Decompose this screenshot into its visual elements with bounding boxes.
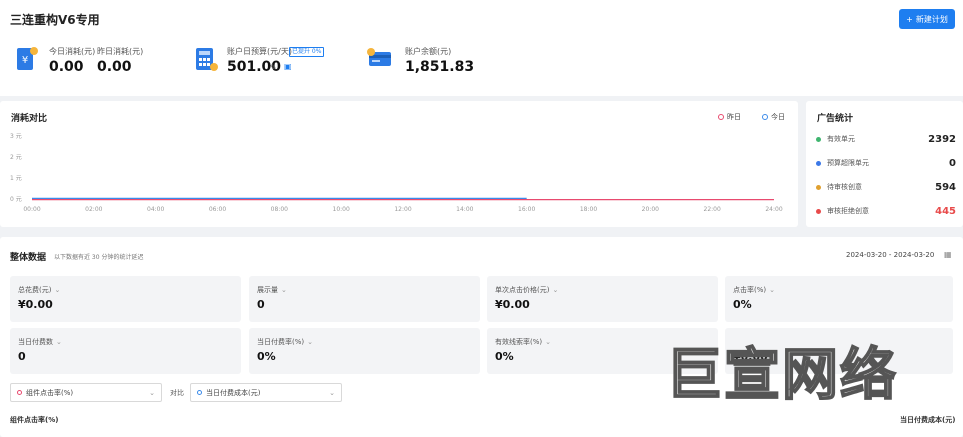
calendar-icon[interactable]: ▦ [944, 250, 952, 259]
chevron-down-icon: ⌄ [281, 286, 287, 294]
left-metric-marker [17, 390, 22, 395]
edit-icon[interactable]: ✎ [270, 63, 277, 72]
compare-right-value: 当日付费成本(元) [206, 388, 261, 397]
x-tick-label: 10:00 [333, 206, 350, 213]
bottom-right-axis-label: 当日付费成本(元) [900, 416, 956, 424]
status-dot [816, 160, 821, 166]
ad-stat-row[interactable]: 待审核创意 594 [816, 179, 956, 195]
compare-left-value: 组件点击率(%) [26, 388, 74, 397]
metric-value: ¥0.00 [18, 298, 53, 311]
new-plan-button[interactable]: + 新建计划 [899, 9, 955, 29]
chevron-down-icon: ⌄ [545, 338, 551, 346]
y-tick-label: 1 元 [10, 175, 22, 182]
status-dot [816, 184, 821, 190]
card-icon [367, 48, 391, 66]
metric-label: 展示量 ⌄ [257, 286, 287, 294]
metric-tile[interactable]: 点击率(%) ⌄ 0% [725, 276, 953, 322]
calendar-icon[interactable]: ▣ [284, 62, 292, 71]
x-tick-label: 16:00 [518, 206, 535, 213]
compare-left-select[interactable]: 组件点击率(%) ⌄ [10, 383, 162, 402]
balance-value: 1,851.83 [405, 59, 475, 75]
bottom-left-axis-label: 组件点击率(%) [10, 416, 59, 424]
right-metric-marker [197, 390, 202, 395]
plus-icon: + [906, 14, 913, 24]
y-tick-label: 0 元 [10, 196, 22, 203]
x-tick-label: 08:00 [271, 206, 288, 213]
metric-label: 总花费(元) ⌄ [18, 286, 61, 294]
budget-increase-tag: 已提升 0% [289, 47, 325, 57]
metric-tile[interactable]: 当日付费数 ⌄ 0 [10, 328, 241, 374]
x-tick-label: 04:00 [147, 206, 164, 213]
x-tick-label: 12:00 [394, 206, 411, 213]
x-tick-label: 00:00 [23, 206, 40, 213]
chevron-down-icon: ⌄ [54, 286, 61, 294]
delay-note: 以下数据有近 30 分钟的统计延迟 [54, 254, 144, 261]
status-dot [816, 208, 821, 214]
balance-label: 账户余额(元) [405, 47, 452, 56]
x-tick-label: 14:00 [456, 206, 473, 213]
consumption-chart-card: 消耗对比 昨日 今日 0 元1 元2 元3 元 00:00 02:00 04:00 06… [0, 101, 798, 227]
metric-value: 0 [18, 350, 26, 363]
x-tick-label: 18:00 [580, 206, 597, 213]
metric-label: 单次点击价格(元) ⌄ [495, 286, 559, 294]
metric-tile[interactable]: 单次点击价格(元) ⌄ ¥0.00 [487, 276, 718, 322]
watermark: 巨宣网络 [665, 342, 898, 409]
chevron-down-icon: ⌄ [329, 388, 335, 397]
chevron-down-icon: ⌄ [552, 286, 559, 294]
metric-label: 点击率(%) ⌄ [733, 286, 775, 294]
ad-stat-label: 待审核创意 [827, 183, 862, 191]
metric-value: 0% [257, 350, 276, 363]
metric-value: ¥0.00 [495, 298, 530, 311]
compare-right-select[interactable]: 当日付费成本(元) ⌄ [190, 383, 342, 402]
x-tick-label: 20:00 [642, 206, 659, 213]
consumption-line-chart: 0 元 1 元 2 元 3 元 00:00 02:00 04:00 06:00 08:00 10:… [10, 133, 783, 213]
x-tick-label: 02:00 [85, 206, 102, 213]
metric-tile[interactable]: 当日付费率(%) ⌄ 0% [249, 328, 480, 374]
metric-value: 0 [257, 298, 265, 311]
ad-stat-value: 2392 [928, 133, 956, 145]
today-spend-label: 今日消耗(元) [49, 47, 96, 56]
calculator-icon [196, 48, 218, 71]
metric-label: 有效线索率(%) ⌄ [495, 338, 551, 346]
chevron-down-icon: ⌄ [149, 388, 155, 397]
y-tick-label: 3 元 [10, 133, 22, 140]
ad-stat-row[interactable]: 预算超限单元 0 [816, 155, 956, 171]
daily-budget-label: 账户日预算(元/天) [227, 47, 292, 56]
ad-stat-label: 审核拒绝创意 [827, 207, 869, 215]
metric-tile[interactable]: 总花费(元) ⌄ ¥0.00 [10, 276, 241, 322]
ad-stat-value: 594 [935, 181, 956, 193]
yesterday-spend-label: 昨日消耗(元) [97, 47, 144, 56]
chevron-down-icon: ⌄ [56, 338, 62, 346]
chevron-down-icon: ⌄ [307, 338, 313, 346]
x-tick-label: 24:00 [765, 206, 782, 213]
status-dot [816, 136, 821, 142]
x-tick-label: 06:00 [209, 206, 226, 213]
ad-stats-title: 广告统计 [817, 114, 854, 124]
wallet-icon: ¥ [17, 47, 38, 70]
page-title: 三连重构V6专用 [10, 13, 100, 27]
metric-value: 0% [733, 298, 752, 311]
ad-stat-label: 预算超限单元 [827, 159, 869, 167]
y-tick-label: 2 元 [10, 154, 22, 161]
metric-label: 当日付费率(%) ⌄ [257, 338, 313, 346]
compare-word: 对比 [170, 389, 184, 397]
svg-text:¥: ¥ [22, 55, 28, 66]
ad-stat-row[interactable]: 有效单元 2392 [816, 131, 956, 147]
x-tick-label: 22:00 [704, 206, 721, 213]
metric-label: 当日付费数 ⌄ [18, 338, 62, 346]
metric-tile[interactable]: 展示量 ⌄ 0 [249, 276, 480, 322]
chevron-down-icon: ⌄ [769, 286, 775, 294]
account-summary-card: 三连重构V6专用 + 新建计划 ¥ 今日消耗(元) 0.00 昨日消耗(元) 0… [0, 0, 963, 96]
new-plan-label: 新建计划 [915, 14, 948, 24]
ad-stat-row[interactable]: 审核拒绝创意 445 [816, 203, 956, 219]
today-spend-value: 0.00 [49, 59, 84, 75]
metric-value: 0% [495, 350, 514, 363]
date-range-picker[interactable]: 2024-03-20 - 2024-03-20 [846, 251, 934, 259]
ad-stat-value: 445 [935, 205, 956, 217]
ad-stat-value: 0 [949, 157, 956, 169]
yesterday-spend-value: 0.00 [97, 59, 132, 75]
ad-stat-label: 有效单元 [827, 135, 855, 143]
overall-title: 整体数据 [10, 253, 47, 263]
